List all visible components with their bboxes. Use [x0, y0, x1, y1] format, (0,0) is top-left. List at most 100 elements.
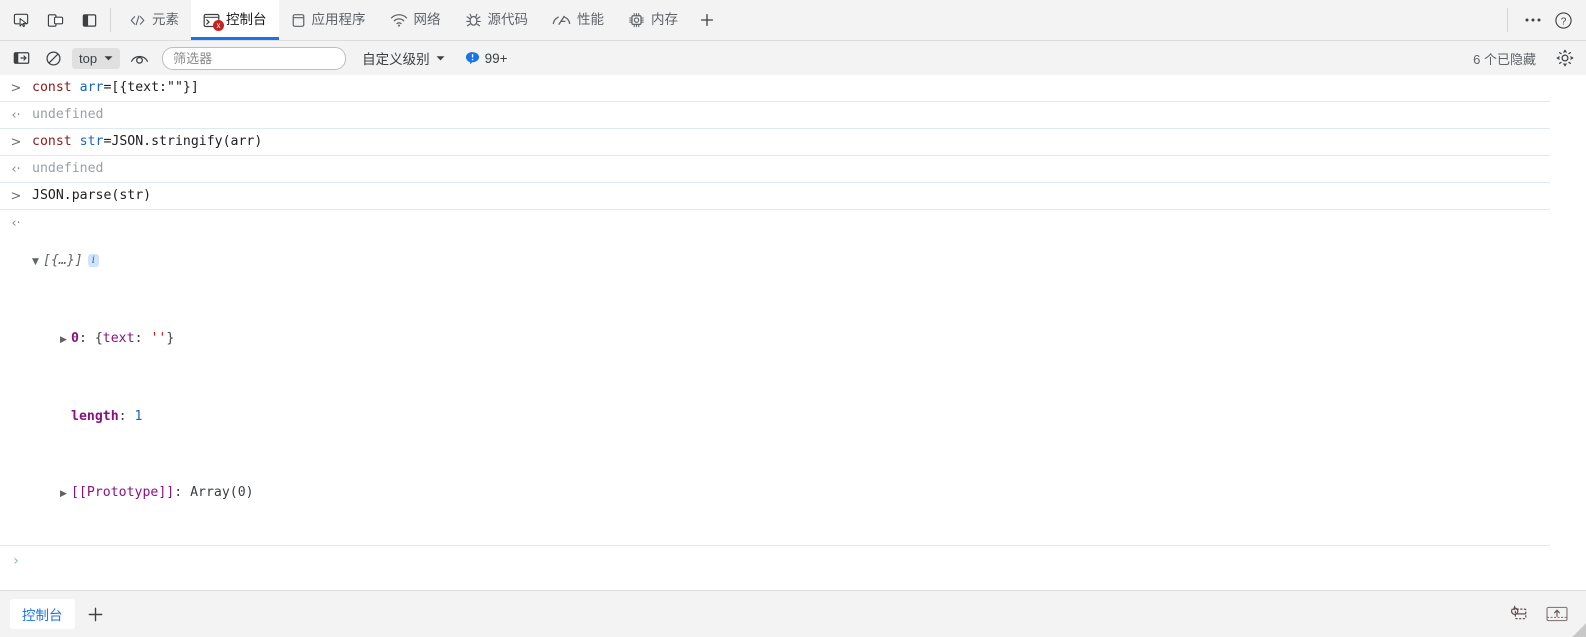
add-panel-button[interactable] [690, 0, 724, 40]
console-filter-input[interactable] [162, 46, 347, 70]
disclosure-triangle-icon[interactable]: ▼ [32, 253, 43, 272]
tab-memory[interactable]: 内存 [616, 0, 690, 40]
issues-bubble-icon [465, 51, 480, 65]
help-icon[interactable]: ? [1550, 7, 1576, 33]
brace-close: } [166, 331, 175, 346]
tab-console[interactable]: x 控制台 [191, 0, 279, 40]
message-result-glyph: ‹· [11, 162, 21, 177]
tab-performance[interactable]: 性能 [540, 0, 616, 40]
property-number-value: 1 [134, 409, 143, 424]
device-toolbar-icon[interactable] [42, 7, 68, 33]
message-result-glyph: ‹· [11, 216, 21, 231]
drawer-right-icons [1504, 601, 1576, 627]
token-undefined: undefined [32, 161, 104, 176]
dock-bottom-icon[interactable] [1544, 601, 1570, 627]
token-rest: =[{text:""}] [103, 80, 199, 95]
settings-gear-icon[interactable] [1552, 45, 1578, 71]
log-level-selector[interactable]: 自定义级别 [362, 48, 445, 68]
tabbar-left-icon-group [0, 0, 108, 40]
svg-text:?: ? [1560, 16, 1566, 27]
hidden-messages-count[interactable]: 6 个已隐藏 [1473, 49, 1536, 68]
disclosure-triangle-icon[interactable]: ▶ [60, 485, 71, 504]
chevron-down-icon [436, 55, 445, 62]
info-badge-icon[interactable]: i [87, 254, 99, 267]
tab-application[interactable]: 应用程序 [279, 0, 378, 40]
more-options-icon[interactable] [1520, 7, 1546, 33]
memory-chip-icon [628, 12, 645, 28]
tab-label: 性能 [577, 12, 604, 28]
nested-colon: : [134, 331, 151, 346]
chevron-down-icon [104, 55, 113, 62]
console-message-input[interactable]: > const arr=[{text:""}] [0, 75, 1550, 102]
tab-label: 内存 [651, 12, 678, 28]
object-root-row[interactable]: ▼ [{…}] i [32, 251, 1550, 272]
log-level-label: 自定义级别 [362, 52, 430, 67]
tabbar-divider [110, 8, 111, 32]
restore-drawer-icon[interactable] [1504, 601, 1530, 627]
network-wifi-icon [390, 13, 408, 28]
devtools-tabbar: 元素 x 控制台 应用程序 网络 源代码 性能 内存 ? [0, 0, 1586, 41]
console-message-input[interactable]: > const str=JSON.stringify(arr) [0, 129, 1550, 156]
token-keyword: const [32, 134, 72, 149]
disclosure-triangle-icon[interactable]: ▶ [60, 331, 71, 350]
execution-context-selector[interactable]: top [72, 47, 121, 69]
message-prompt-glyph: > [10, 189, 22, 204]
nested-string-value: '' [150, 331, 167, 346]
prototype-value: Array(0) [190, 485, 254, 500]
token-undefined: undefined [32, 107, 104, 122]
message-text: const arr=[{text:""}] [32, 78, 1550, 97]
token-variable: str [79, 134, 104, 149]
drawer-tab-console[interactable]: 控制台 [10, 599, 75, 629]
performance-gauge-icon [552, 13, 571, 28]
object-prototype-row[interactable]: ▶ [[Prototype]]: Array(0) [32, 483, 1550, 504]
object-property-row[interactable]: ▶ 0: {text: ''} [32, 329, 1550, 350]
prototype-colon: : [174, 485, 191, 500]
resize-corner-handle[interactable] [1572, 623, 1586, 637]
object-tree: ▼ [{…}] i ▶ 0: {text: ''} length: 1 ▶ [[Prot… [32, 213, 1550, 542]
token-variable: arr [79, 80, 104, 95]
console-sidebar-icon[interactable] [8, 45, 34, 71]
console-message-output[interactable]: ‹· undefined [0, 102, 1550, 129]
console-message-object-result[interactable]: ‹· ▼ [{…}] i ▶ 0: {text: ''} length: 1 ▶ [[P… [0, 210, 1550, 546]
console-error-badge: x [213, 19, 224, 31]
prototype-key: [[Prototype]] [71, 485, 175, 500]
brace-open: { [94, 331, 103, 346]
sources-bug-icon [465, 12, 482, 28]
console-prompt[interactable]: › [0, 546, 1586, 572]
token-expression: JSON.parse(str) [32, 188, 152, 203]
tab-sources[interactable]: 源代码 [453, 0, 541, 40]
console-message-input[interactable]: > JSON.parse(str) [0, 183, 1550, 210]
console-toolbar: top 自定义级别 99+ 6 个已隐藏 [0, 41, 1586, 76]
tab-label: 应用程序 [311, 12, 366, 28]
issues-counter[interactable]: 99+ [465, 51, 507, 66]
code-brackets-icon [129, 13, 146, 28]
live-expression-icon[interactable] [126, 45, 152, 71]
inspect-element-icon[interactable] [8, 7, 34, 33]
tab-label: 元素 [152, 12, 179, 28]
property-key: 0 [71, 331, 79, 346]
property-colon: : [118, 409, 135, 424]
object-preview: [{…}] [43, 253, 83, 268]
devtools-tab-list: 元素 x 控制台 应用程序 网络 源代码 性能 内存 [117, 0, 1507, 40]
property-key: length [71, 409, 119, 424]
drawer-add-tool-button[interactable] [87, 606, 104, 623]
token-keyword: const [32, 80, 72, 95]
message-text: const str=JSON.stringify(arr) [32, 132, 1550, 151]
tab-elements[interactable]: 元素 [117, 0, 191, 40]
console-message-list[interactable]: > const arr=[{text:""}] ‹· undefined > c… [0, 75, 1586, 590]
tab-label: 控制台 [226, 12, 267, 28]
tab-label: 网络 [413, 12, 441, 28]
property-colon: : [78, 331, 95, 346]
console-message-output[interactable]: ‹· undefined [0, 156, 1550, 183]
tab-network[interactable]: 网络 [378, 0, 453, 40]
tab-label: 源代码 [487, 12, 529, 28]
console-prompt-input[interactable] [32, 552, 1586, 569]
clear-console-icon[interactable] [40, 45, 66, 71]
message-result-glyph: ‹· [11, 108, 21, 123]
message-prompt-glyph: > [10, 81, 22, 96]
message-text: undefined [32, 105, 1550, 124]
dock-side-icon[interactable] [76, 7, 102, 33]
message-text: JSON.parse(str) [32, 186, 1550, 205]
tabbar-right-icon-group: ? [1507, 8, 1586, 32]
